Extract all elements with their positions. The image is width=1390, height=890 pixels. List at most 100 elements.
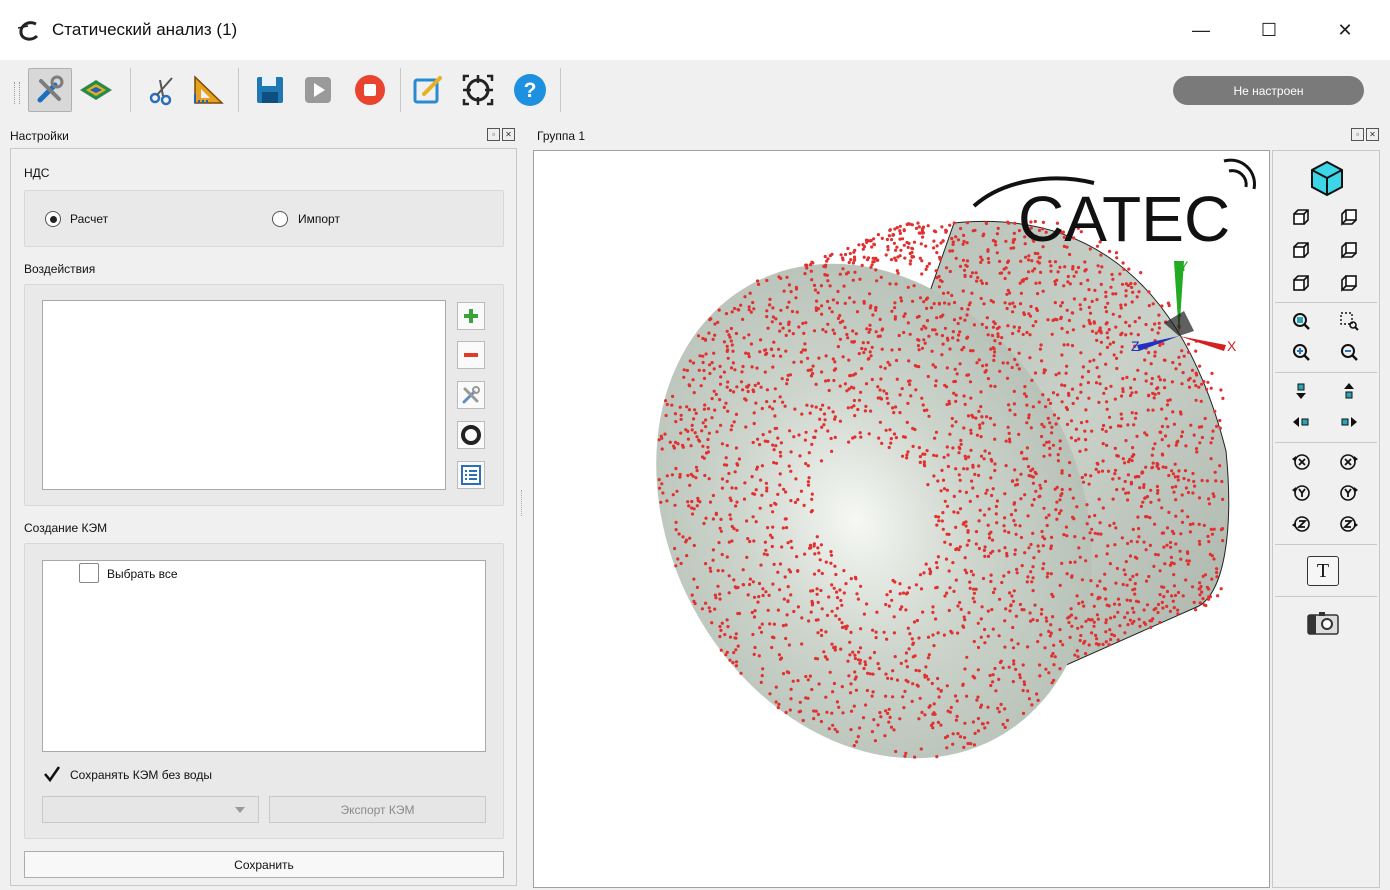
mesh-node (973, 731, 977, 736)
mesh-node (904, 751, 908, 755)
iso-view-button[interactable] (1307, 158, 1347, 198)
ring-impact-button[interactable] (457, 421, 485, 449)
mesh-node (1017, 367, 1021, 371)
mesh-node (891, 233, 895, 237)
rotate-z-pos-button[interactable] (1336, 510, 1362, 536)
mesh-node (1084, 448, 1088, 452)
mesh-node (1186, 490, 1191, 495)
mesh-node (708, 566, 712, 570)
mesh-node (1134, 411, 1138, 415)
radio-calculation[interactable] (45, 211, 61, 227)
text-toggle-button[interactable]: T (1304, 554, 1342, 588)
run-button[interactable] (296, 68, 340, 112)
mesh-node (849, 728, 853, 732)
close-button[interactable]: ✕ (1322, 8, 1368, 52)
mesh-node (1138, 486, 1142, 490)
close-dock-icon[interactable]: ✕ (1366, 128, 1379, 141)
save-without-water-checkbox[interactable] (42, 764, 62, 784)
view-front-button[interactable] (1288, 204, 1314, 230)
mesh-node (709, 317, 713, 321)
mesh-node (863, 660, 867, 664)
select-all-checkbox[interactable] (79, 563, 99, 583)
mesh-node (1012, 662, 1016, 666)
mesh-node (1157, 375, 1161, 379)
mesh-node (1162, 595, 1166, 599)
zoom-window-button[interactable] (1336, 308, 1362, 334)
pan-down-button[interactable] (1288, 378, 1314, 404)
zoom-fit-button[interactable] (1288, 308, 1314, 334)
view-toolbar-separator (1275, 442, 1377, 443)
mesh-node (885, 392, 889, 396)
mesh-node (1150, 466, 1154, 470)
mesh-node (1155, 464, 1159, 468)
mesh-node (1013, 552, 1017, 556)
view-right-button[interactable] (1336, 237, 1362, 263)
save-tool-button[interactable] (248, 68, 292, 112)
view-bottom-button[interactable] (1336, 270, 1362, 296)
float-dock-icon[interactable]: ▫ (487, 128, 500, 141)
mesh-node (879, 377, 883, 381)
mesh-node (1186, 562, 1190, 566)
mesh-node (1131, 446, 1135, 450)
stop-button[interactable] (348, 68, 392, 112)
close-dock-icon[interactable]: ✕ (502, 128, 515, 141)
zoom-in-button[interactable] (1288, 339, 1314, 365)
rotate-y-pos-button[interactable] (1336, 479, 1362, 505)
screenshot-button[interactable] (1304, 608, 1342, 638)
target-button[interactable] (456, 68, 500, 112)
mesh-node (665, 402, 669, 407)
view-left-button[interactable] (1288, 237, 1314, 263)
save-button[interactable]: Сохранить (24, 851, 504, 878)
mesh-node (1121, 582, 1125, 587)
minimize-button[interactable]: — (1178, 8, 1224, 52)
rotate-x-neg-button[interactable] (1288, 448, 1314, 474)
mesh-node (951, 446, 955, 450)
pan-left-button[interactable] (1288, 409, 1314, 435)
rotate-z-neg-button[interactable] (1288, 510, 1314, 536)
rotate-x-pos-button[interactable] (1336, 448, 1362, 474)
mesh-node (958, 316, 963, 320)
rotate-y-neg-button[interactable] (1288, 479, 1314, 505)
measure-button[interactable] (186, 68, 230, 112)
view-back-button[interactable] (1336, 204, 1362, 230)
3d-viewport[interactable]: CATEC Y X Z (533, 150, 1270, 888)
settings-tool-button[interactable] (28, 68, 72, 112)
mesh-node (985, 415, 989, 419)
mesh-node (861, 716, 866, 720)
mesh-node (778, 562, 782, 566)
kem-format-dropdown[interactable] (42, 796, 259, 823)
pan-up-button[interactable] (1336, 378, 1362, 404)
mesh-node (720, 442, 724, 446)
mesh-node (1129, 386, 1133, 390)
toolbar-grip[interactable] (14, 82, 20, 104)
mesh-node (1184, 444, 1188, 448)
mesh-node (900, 237, 905, 241)
pan-right-button[interactable] (1336, 409, 1362, 435)
mesh-node (1019, 472, 1023, 476)
configure-impact-button[interactable] (457, 381, 485, 409)
mesh-node (986, 554, 991, 558)
mesh-node (1099, 340, 1103, 344)
edit-button[interactable] (406, 68, 450, 112)
view-top-button[interactable] (1288, 270, 1314, 296)
impacts-list[interactable] (42, 300, 446, 490)
zoom-out-button[interactable] (1336, 339, 1362, 365)
mesh-node (911, 444, 915, 448)
list-impact-button[interactable] (457, 461, 485, 489)
mesh-node (1051, 615, 1055, 619)
mesh-node (795, 555, 799, 559)
remove-impact-button[interactable] (457, 341, 485, 369)
cut-button[interactable] (140, 68, 184, 112)
add-impact-button[interactable] (457, 302, 485, 330)
export-kem-button[interactable]: Экспорт КЭМ (269, 796, 486, 823)
help-button[interactable]: ? (508, 68, 552, 112)
float-dock-icon[interactable]: ▫ (1351, 128, 1364, 141)
mesh-node (756, 600, 760, 604)
radio-import[interactable] (272, 211, 288, 227)
mesh-node (1029, 426, 1033, 430)
kem-tree[interactable] (42, 560, 486, 752)
mesh-view-button[interactable] (74, 68, 118, 112)
maximize-button[interactable]: ☐ (1246, 8, 1292, 52)
mesh-node (729, 366, 734, 370)
splitter-handle[interactable] (521, 490, 525, 516)
